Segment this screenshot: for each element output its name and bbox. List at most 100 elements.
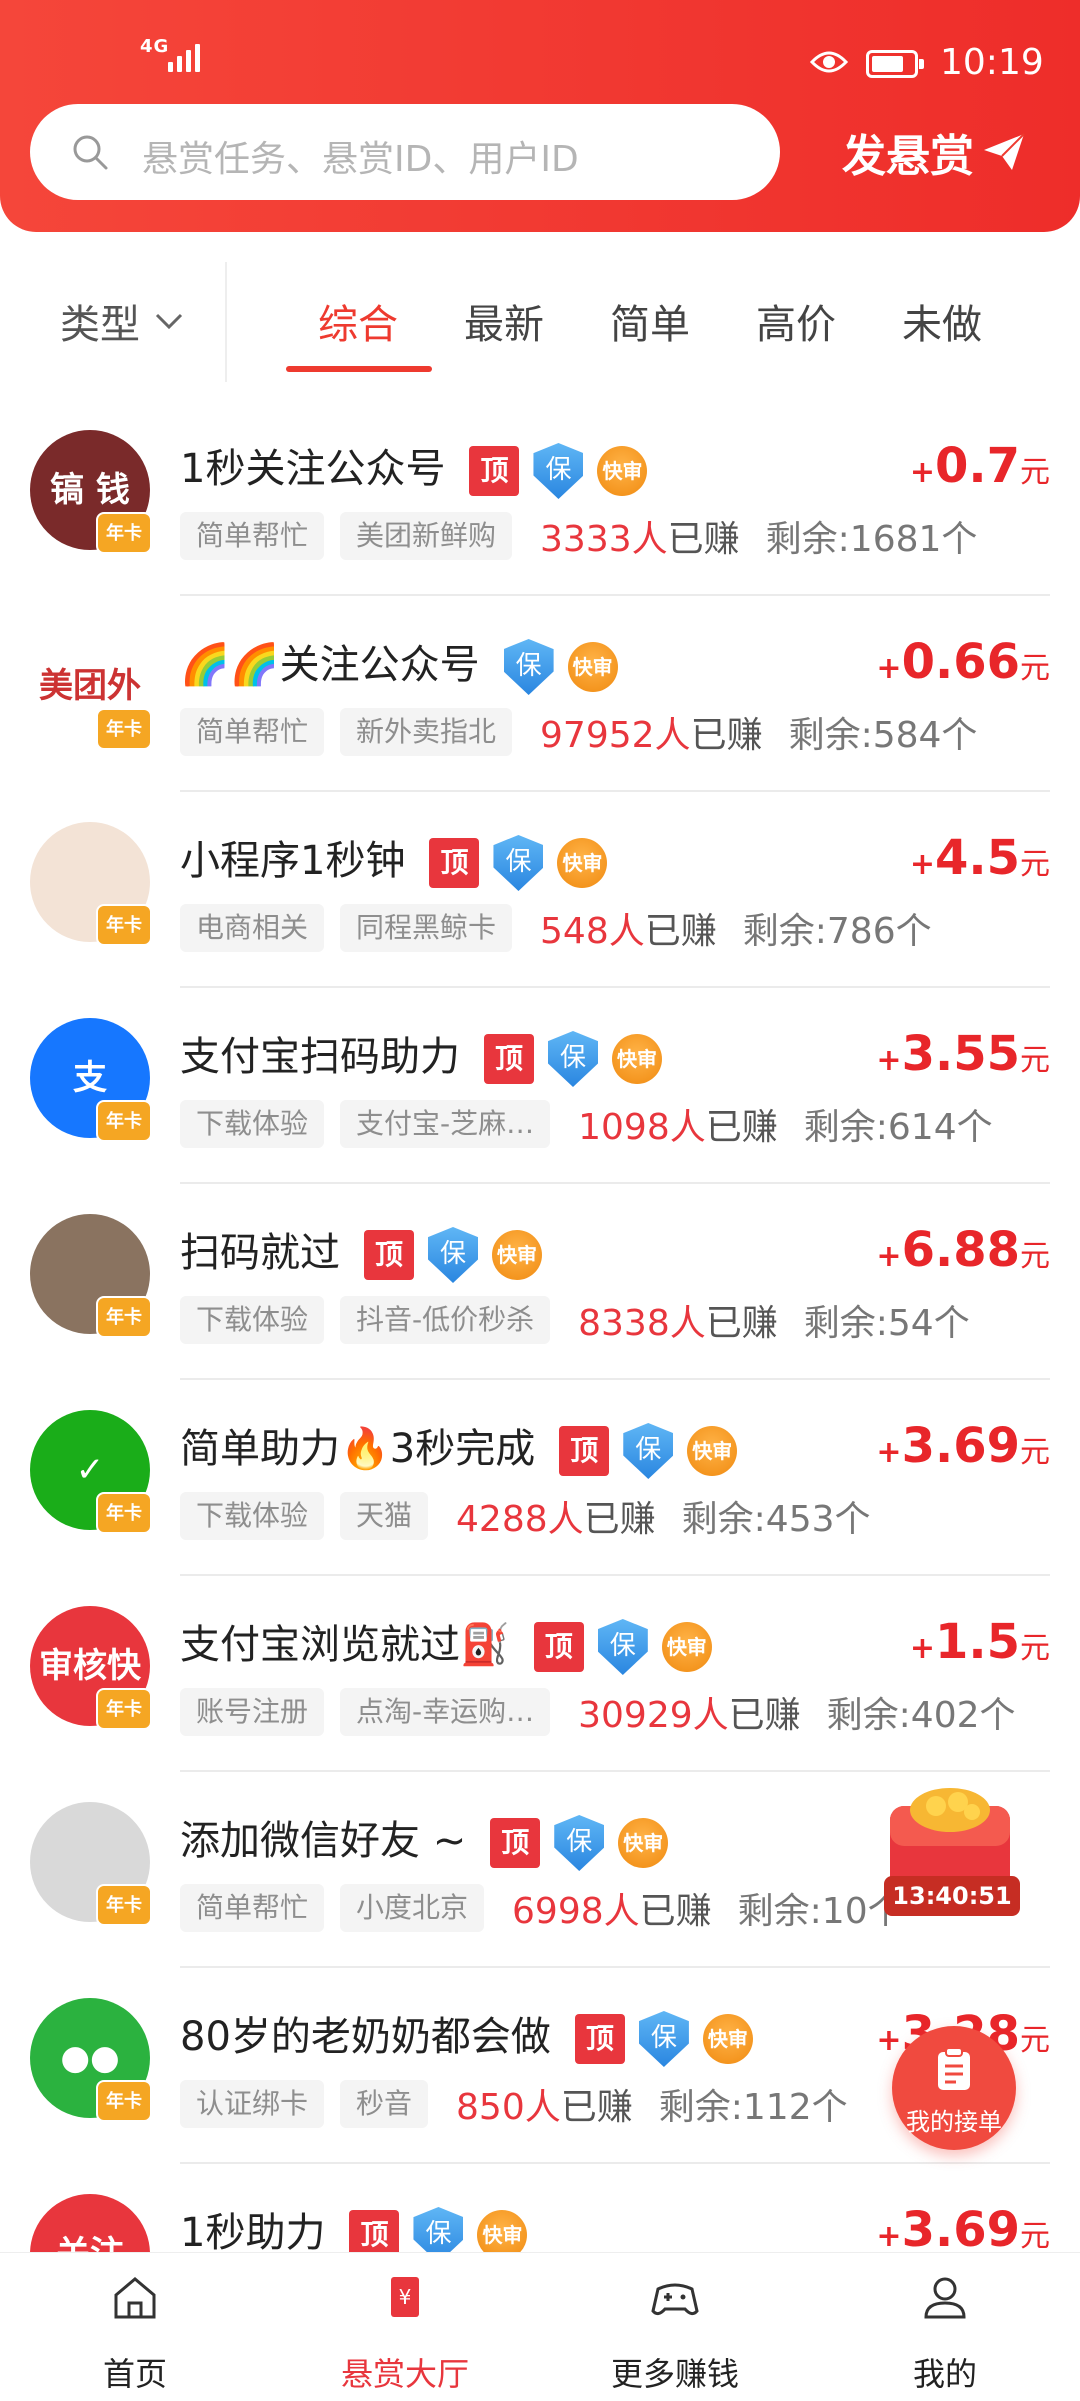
earned-count: 8338人已赚 [578,1294,778,1346]
year-card-badge: 年卡 [96,1100,152,1142]
earned-count: 850人已赚 [456,2078,633,2130]
price-value: 0.66 [901,634,1020,690]
task-item[interactable]: 镐 钱 年卡 1秒关注公众号顶保快审 简单帮忙 美团新鲜购 3333人已赚 剩余:16… [0,400,1080,596]
price-unit: 元 [1020,847,1050,882]
price-value: 0.7 [934,438,1020,494]
task-tag: 点淘-幸运购… [340,1688,551,1736]
task-item[interactable]: 支 年卡 支付宝扫码助力顶保快审 下载体验 支付宝-芝麻… 1098人已赚 剩余:61… [0,988,1080,1184]
price-unit: 元 [1020,1239,1050,1274]
task-title: 1秒关注公众号顶保快审 [180,436,648,499]
countdown-timer: 13:40:51 [884,1876,1020,1916]
tabbar-home[interactable]: 首页 [0,2253,270,2401]
earned-count: 6998人已赚 [512,1882,712,1934]
tabbar-more-earn[interactable]: 更多赚钱 [540,2253,810,2401]
task-item[interactable]: 审核快 年卡 支付宝浏览就过⛽ 顶保快审 账号注册 点淘-幸运购… 30929人已赚剩… [0,1576,1080,1772]
task-tag: 小度北京 [340,1884,485,1932]
tab-latest[interactable]: 最新 [464,292,544,350]
task-price: +1.5元 [910,1614,1050,1670]
eye-icon [810,51,848,73]
task-title: 🌈🌈关注公众号保快审 [180,632,618,695]
task-price: +6.88元 [876,1222,1050,1278]
tab-comprehensive[interactable]: 综合 [318,292,398,350]
fast-review-badge: 快审 [492,1230,542,1280]
year-card-badge: 年卡 [96,512,152,554]
task-title-text: 支付宝浏览就过⛽ [180,1622,510,1668]
filter-bar: 类型 综合 最新 简单 高价 未做 [0,262,1080,398]
task-badges: 顶保快审 [559,1423,738,1479]
task-item[interactable]: 关注 1秒助力顶保快审 +3.69元 [0,2164,1080,2252]
price-plus: + [909,455,935,490]
price-plus: + [876,2023,902,2058]
fast-review-badge: 快审 [597,446,648,496]
task-tag: 下载体验 [180,1492,325,1540]
tabbar-mine-label: 我的 [912,2355,977,2393]
fast-review-badge: 快审 [612,1034,662,1084]
signal-icon [168,44,200,72]
year-card-badge: 年卡 [96,1296,152,1338]
tabbar-mine[interactable]: 我的 [810,2253,1080,2401]
top-badge: 顶 [469,446,520,496]
my-orders-button[interactable]: 我的接单 [892,2026,1016,2150]
price-value: 6.88 [901,1222,1020,1278]
task-tag: 简单帮忙 [180,708,325,756]
post-reward-label: 发悬赏 [842,131,974,182]
price-plus: + [909,1631,935,1666]
search-icon [73,135,108,170]
top-badge: 顶 [484,1034,534,1084]
task-tag: 账号注册 [180,1688,325,1736]
task-item[interactable]: ✓ 年卡 简单助力🔥3秒完成顶保快审 下载体验 天猫 4288人已赚 剩余:453个 … [0,1380,1080,1576]
task-tag: 简单帮忙 [180,1884,325,1932]
task-title-text: 扫码就过 [180,1230,340,1276]
task-title-text: 🌈🌈关注公众号 [180,642,480,688]
avatar[interactable]: 关注 [30,2194,150,2252]
remaining-count: 剩余:1681个 [765,519,978,560]
task-title-text: 80岁的老奶奶都会做 [180,2014,551,2060]
price-unit: 元 [1020,1435,1050,1470]
remaining-count: 剩余:402个 [826,1695,1016,1736]
task-price: +4.5元 [910,830,1050,886]
gamepad-icon [651,2283,699,2316]
clipboard-icon [938,2047,970,2090]
search-input[interactable]: 悬赏任务、悬赏ID、用户ID [30,104,780,200]
tabbar-more-earn-label: 更多赚钱 [610,2355,739,2393]
task-item[interactable]: 年卡 扫码就过顶保快审 下载体验 抖音-低价秒杀 8338人已赚 剩余:54个 +6.… [0,1184,1080,1380]
earned-number: 3333人 [540,519,668,560]
task-badges: 顶保快审 [533,1619,712,1675]
earned-count: 1098人已赚 [578,1098,778,1150]
year-card-badge: 年卡 [96,708,152,750]
type-dropdown[interactable]: 类型 [60,292,184,350]
task-title-text: 小程序1秒钟 [180,838,406,884]
year-card-badge: 年卡 [96,1884,152,1926]
earned-number: 30929人 [578,1695,729,1736]
price-plus: + [876,1239,902,1274]
tabbar-reward-hall[interactable]: ¥ 悬赏大厅 [270,2253,540,2401]
guarantee-badge: 保 [548,1031,598,1087]
price-plus: + [909,847,935,882]
remaining-count: 剩余:10个 [737,1891,904,1932]
task-tag: 下载体验 [180,1100,325,1148]
task-price: +3.55元 [876,1026,1050,1082]
earned-number: 6998人 [512,1891,640,1932]
remaining-count: 剩余:786个 [742,911,932,952]
task-item[interactable]: 美团外卖 年卡 🌈🌈关注公众号保快审 简单帮忙新外卖指北97952人已赚剩余:5… [0,596,1080,792]
price-plus: + [876,1043,902,1078]
earned-suffix: 已赚 [705,1303,778,1344]
top-badge: 顶 [429,838,480,888]
earned-suffix: 已赚 [705,1107,778,1148]
task-badges: 顶保快审 [349,2207,528,2252]
price-unit: 元 [1020,1043,1050,1078]
my-orders-label: 我的接单 [906,2108,1002,2136]
task-tag: 天猫 [340,1492,429,1540]
tab-not-done[interactable]: 未做 [902,292,982,350]
earned-suffix: 已赚 [644,911,717,952]
bottom-tab-bar: 首页 ¥ 悬赏大厅 更多赚钱 我的 [0,2252,1080,2401]
tab-simple[interactable]: 简单 [610,292,690,350]
fast-review-badge: 快审 [687,1426,738,1476]
price-plus: + [876,651,902,686]
guarantee-badge: 保 [413,2207,464,2252]
task-item[interactable]: 年卡 小程序1秒钟顶保快审 电商相关 同程黑鲸卡 548人已赚 剩余:786个 +4.… [0,792,1080,988]
task-tag: 认证绑卡 [180,2080,325,2128]
tab-high-price[interactable]: 高价 [756,292,836,350]
clock: 10:19 [940,42,1044,83]
post-reward-button[interactable]: 发悬赏 [842,120,1026,184]
